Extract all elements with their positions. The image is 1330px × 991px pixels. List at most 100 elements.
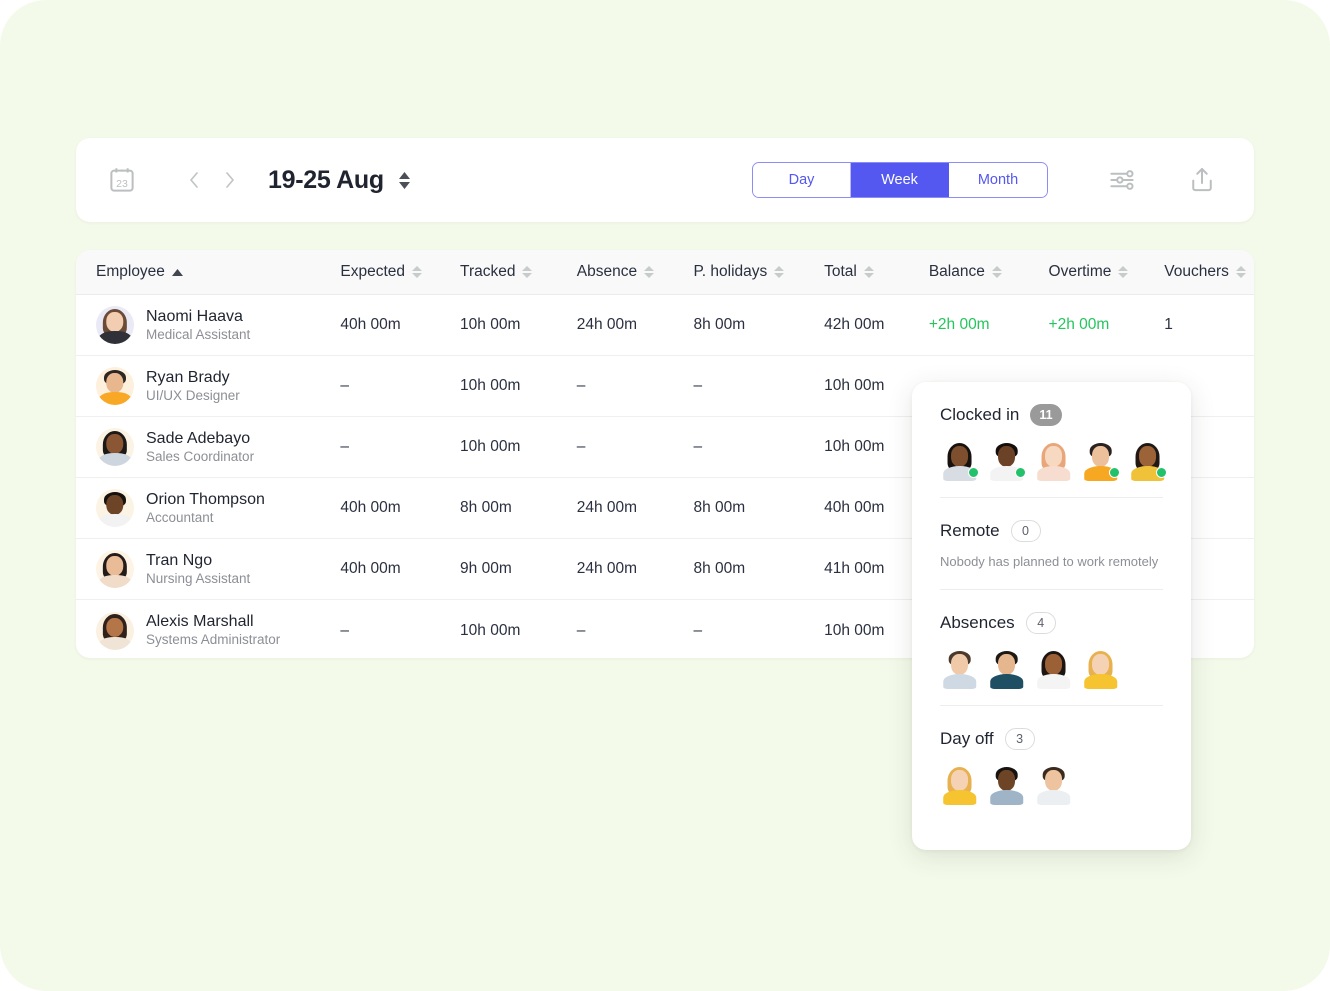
column-header-total[interactable]: Total — [824, 263, 929, 281]
avatar — [96, 611, 134, 650]
avatar[interactable] — [987, 648, 1026, 690]
empty-state-note: Nobody has planned to work remotely — [940, 554, 1159, 569]
column-label-overtime: Overtime — [1048, 263, 1112, 280]
column-label-employee: Employee — [96, 263, 165, 280]
cell-tracked: 10h 00m — [460, 438, 521, 455]
avatar-group[interactable] — [940, 764, 1163, 806]
avatar[interactable] — [1034, 440, 1073, 482]
avatar-group[interactable] — [940, 648, 1163, 690]
employee-role: Sales Coordinator — [146, 448, 255, 464]
column-header-expected[interactable]: Expected — [340, 263, 460, 281]
avatar[interactable] — [1034, 764, 1073, 806]
sort-icon — [412, 266, 422, 278]
cell-overtime: +2h 00m — [1048, 316, 1110, 333]
employee-cell[interactable]: Tran Ngo Nursing Assistant — [96, 550, 340, 588]
cell-public-holidays: 8h 00m — [693, 560, 746, 577]
toolbar-left-group: 23 19-25 Aug — [76, 158, 411, 202]
avatar[interactable] — [940, 648, 979, 690]
online-indicator — [1015, 467, 1026, 478]
employee-name: Naomi Haava — [146, 307, 243, 325]
column-label-balance: Balance — [928, 263, 985, 280]
view-range-segmented-control[interactable]: Day Week Month — [752, 162, 1048, 198]
avatar[interactable] — [1081, 648, 1120, 690]
employee-name: Tran Ngo — [146, 551, 213, 569]
employee-name: Orion Thompson — [146, 490, 265, 508]
avatar[interactable] — [1081, 440, 1120, 482]
sort-icon — [644, 266, 655, 278]
column-header-absence[interactable]: Absence — [577, 263, 694, 281]
section-title: Absences — [940, 613, 1015, 632]
status-badge: 4 — [1025, 612, 1056, 634]
employee-identity: Sade Adebayo Sales Coordinator — [146, 430, 254, 465]
online-indicator — [1156, 467, 1167, 478]
column-label-tracked: Tracked — [460, 263, 516, 280]
cell-tracked: 10h 00m — [460, 621, 521, 639]
calendar-23-icon[interactable]: 23 — [100, 158, 144, 202]
cell-absence: 24h 00m — [576, 316, 638, 333]
employee-name: Sade Adebayo — [146, 429, 251, 447]
employee-identity: Ryan Brady UI/UX Designer — [146, 369, 240, 404]
svg-text:23: 23 — [116, 178, 128, 190]
cell-expected: 40h 00m — [340, 499, 401, 516]
section-remote: Remote 0 Nobody has planned to work remo… — [940, 498, 1163, 590]
online-indicator — [968, 467, 979, 478]
section-header: Clocked in 11 — [940, 404, 1163, 426]
column-header-balance[interactable]: Balance — [929, 263, 1049, 281]
employee-cell[interactable]: Naomi Haava Medical Assistant — [96, 306, 340, 344]
sort-icon — [863, 266, 874, 278]
column-label-vouchers: Vouchers — [1164, 263, 1229, 280]
cell-expected: 40h 00m — [340, 560, 401, 577]
cell-public-holidays: – — [693, 438, 703, 455]
tab-month[interactable]: Month — [949, 163, 1047, 197]
sort-icon — [522, 266, 533, 278]
sort-asc-icon — [171, 268, 183, 276]
cell-tracked: 9h 00m — [460, 560, 512, 577]
column-header-public-holidays[interactable]: P. holidays — [693, 263, 824, 281]
previous-week-button[interactable] — [176, 160, 212, 200]
avatar[interactable] — [1034, 648, 1073, 690]
section-absences: Absences 4 — [940, 590, 1163, 706]
cell-expected: – — [340, 438, 349, 455]
cell-absence: 24h 00m — [576, 499, 638, 516]
section-title: Day off — [940, 729, 994, 748]
date-range-label: 19-25 Aug — [268, 165, 384, 194]
avatar[interactable] — [940, 764, 979, 806]
tab-week[interactable]: Week — [851, 163, 949, 197]
column-header-employee[interactable]: Employee — [96, 263, 340, 281]
avatar[interactable] — [1128, 440, 1167, 482]
avatar[interactable] — [940, 440, 979, 482]
avatar-group[interactable] — [940, 440, 1167, 482]
cell-expected: – — [340, 621, 349, 639]
employee-cell[interactable]: Sade Adebayo Sales Coordinator — [96, 428, 340, 466]
cell-expected: 40h 00m — [340, 316, 401, 333]
column-header-overtime[interactable]: Overtime — [1049, 263, 1165, 281]
avatar — [96, 550, 134, 588]
sort-icon — [991, 266, 1002, 278]
online-indicator — [1109, 467, 1120, 478]
share-upload-icon[interactable] — [1178, 158, 1226, 202]
cell-absence: – — [576, 438, 586, 455]
table-row[interactable]: Naomi Haava Medical Assistant 40h 00m 10… — [76, 295, 1254, 356]
next-week-button[interactable] — [212, 160, 248, 200]
cell-expected: – — [340, 377, 349, 394]
column-label-expected: Expected — [340, 263, 405, 280]
employee-cell[interactable]: Orion Thompson Accountant — [96, 489, 340, 527]
section-title: Remote — [940, 521, 1000, 540]
avatar[interactable] — [987, 440, 1026, 482]
employee-role: Medical Assistant — [146, 326, 251, 342]
cell-public-holidays: 8h 00m — [693, 499, 746, 516]
table-header-row: Employee Expected Tracked Absence P. hol… — [76, 250, 1254, 295]
avatar[interactable] — [987, 764, 1026, 806]
column-header-tracked[interactable]: Tracked — [460, 263, 577, 281]
employee-role: Nursing Assistant — [146, 570, 251, 586]
tab-day[interactable]: Day — [753, 163, 851, 197]
section-title: Clocked in — [940, 405, 1020, 424]
sliders-filter-icon[interactable] — [1098, 158, 1146, 202]
toolbar: 23 19-25 Aug Day Week Month — [76, 138, 1254, 222]
column-header-vouchers[interactable]: Vouchers — [1164, 263, 1254, 281]
date-range-stepper[interactable] — [398, 171, 411, 189]
employee-cell[interactable]: Alexis Marshall Systems Administrator — [96, 611, 340, 650]
employee-cell[interactable]: Ryan Brady UI/UX Designer — [96, 367, 340, 405]
status-badge: 0 — [1010, 520, 1041, 542]
cell-balance: +2h 00m — [928, 316, 990, 333]
